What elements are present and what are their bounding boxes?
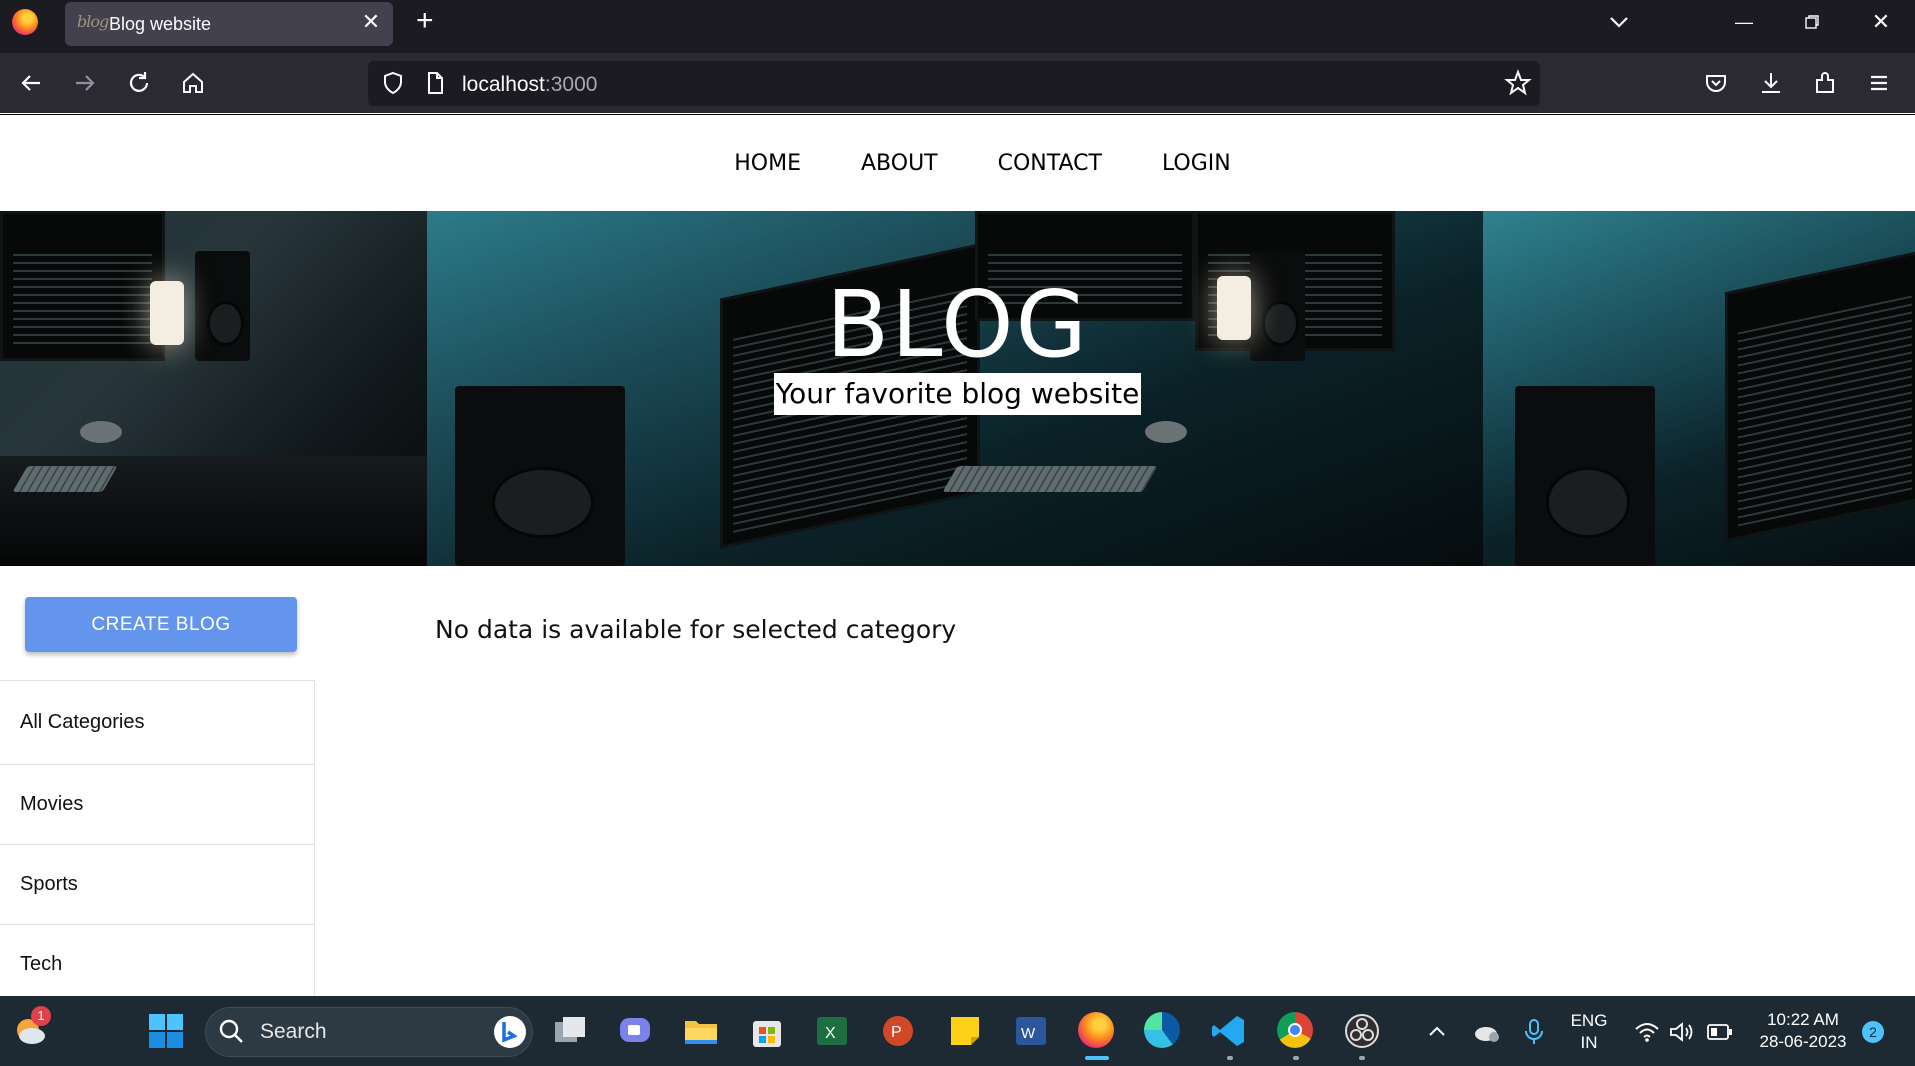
close-tab-icon[interactable]: ✕ [359, 10, 383, 34]
volume-icon[interactable] [1668, 1020, 1696, 1044]
taskbar-search-box[interactable] [205, 1007, 533, 1057]
nav-about-link[interactable]: ABOUT [861, 151, 938, 176]
bookmark-star-icon[interactable] [1503, 68, 1533, 98]
web-page: HOME ABOUT CONTACT LOGIN BLOG Your favor… [0, 114, 1915, 997]
onedrive-icon[interactable] [1472, 1018, 1502, 1046]
category-item-sports[interactable]: Sports [0, 844, 314, 924]
obs-icon[interactable] [1343, 1012, 1381, 1050]
teams-chat-icon[interactable] [616, 1012, 654, 1050]
word-icon[interactable]: W [1012, 1012, 1050, 1050]
battery-icon[interactable] [1706, 1022, 1734, 1042]
menu-icon[interactable] [1864, 68, 1894, 98]
extensions-icon[interactable] [1810, 68, 1840, 98]
file-explorer-icon[interactable] [682, 1012, 720, 1050]
browser-tab[interactable]: blog Blog website ✕ [65, 2, 393, 46]
pocket-icon[interactable] [1701, 68, 1731, 98]
shield-icon[interactable] [378, 68, 408, 98]
browser-tab-bar: blog Blog website ✕ + — ✕ [0, 0, 1915, 53]
taskbar-search-placeholder: Search [260, 1020, 327, 1043]
site-navigation: HOME ABOUT CONTACT LOGIN [0, 115, 1915, 211]
url-port: :3000 [544, 73, 598, 96]
back-icon[interactable] [16, 68, 46, 98]
microphone-icon[interactable] [1522, 1018, 1546, 1046]
reload-icon[interactable] [124, 68, 154, 98]
download-icon[interactable] [1756, 68, 1786, 98]
weather-badge: 1 [31, 1006, 51, 1026]
nav-login-link[interactable]: LOGIN [1162, 151, 1231, 176]
hero-subtitle: Your favorite blog website [773, 373, 1142, 415]
clock[interactable]: 10:22 AM 28-06-2023 [1748, 1009, 1858, 1053]
language-code: ENG [1570, 1011, 1608, 1030]
keyboard-shape [12, 466, 118, 492]
search-icon [219, 1019, 243, 1043]
sticky-notes-icon[interactable] [946, 1012, 984, 1050]
powerpoint-icon[interactable]: P [879, 1012, 917, 1050]
category-item-all[interactable]: All Categories [0, 680, 314, 764]
vscode-icon[interactable] [1210, 1012, 1248, 1050]
mouse-shape [1145, 421, 1187, 443]
firefox-taskbar-icon[interactable] [1078, 1012, 1116, 1050]
active-app-indicator [1085, 1056, 1109, 1060]
windows-start-icon[interactable] [147, 1012, 185, 1050]
home-icon[interactable] [178, 68, 208, 98]
hero-title: BLOG [826, 271, 1089, 378]
mouse-shape [80, 421, 122, 443]
excel-icon[interactable]: X [813, 1012, 851, 1050]
category-list: All Categories Movies Sports Tech [0, 680, 315, 997]
language-indicator[interactable]: ENG IN [1566, 1010, 1612, 1054]
tab-favicon: blog [77, 12, 109, 31]
running-app-indicator [1359, 1056, 1365, 1060]
url-text[interactable]: localhost:3000 [462, 73, 597, 97]
url-host: localhost [462, 73, 545, 96]
wifi-icon[interactable] [1634, 1020, 1660, 1044]
keyboard-shape [942, 466, 1158, 492]
svg-text:P: P [891, 1024, 902, 1041]
edge-icon[interactable] [1144, 1012, 1182, 1050]
window-close-icon[interactable]: ✕ [1861, 4, 1901, 40]
nav-contact-link[interactable]: CONTACT [998, 151, 1102, 176]
forward-icon[interactable] [70, 68, 100, 98]
svg-text:X: X [825, 1025, 836, 1042]
notification-badge[interactable]: 2 [1862, 1021, 1884, 1043]
running-app-indicator [1293, 1056, 1299, 1060]
region-code: IN [1580, 1033, 1598, 1052]
chevron-up-icon[interactable] [1425, 1020, 1449, 1044]
task-view-icon[interactable] [551, 1012, 589, 1050]
microsoft-store-icon[interactable] [748, 1012, 786, 1050]
clock-date: 28-06-2023 [1759, 1032, 1847, 1051]
clock-time: 10:22 AM [1767, 1010, 1839, 1029]
page-icon[interactable] [420, 68, 450, 98]
tab-title: Blog website [109, 14, 212, 34]
hero-banner: BLOG Your favorite blog website [0, 211, 1915, 566]
empty-state-message: No data is available for selected catego… [435, 615, 957, 644]
create-blog-button[interactable]: CREATE BLOG [25, 597, 297, 652]
minimize-icon[interactable]: — [1724, 4, 1764, 40]
restore-icon[interactable] [1792, 4, 1832, 40]
category-item-tech[interactable]: Tech [0, 924, 314, 1004]
nav-home-link[interactable]: HOME [734, 151, 801, 176]
chrome-icon[interactable] [1277, 1012, 1315, 1050]
bing-icon[interactable] [494, 1016, 526, 1048]
svg-text:W: W [1021, 1025, 1036, 1042]
running-app-indicator [1227, 1056, 1233, 1060]
tab-list-icon[interactable] [1605, 8, 1633, 36]
new-tab-icon[interactable]: + [416, 6, 434, 36]
firefox-logo-icon[interactable] [12, 9, 38, 35]
category-item-movies[interactable]: Movies [0, 764, 314, 844]
